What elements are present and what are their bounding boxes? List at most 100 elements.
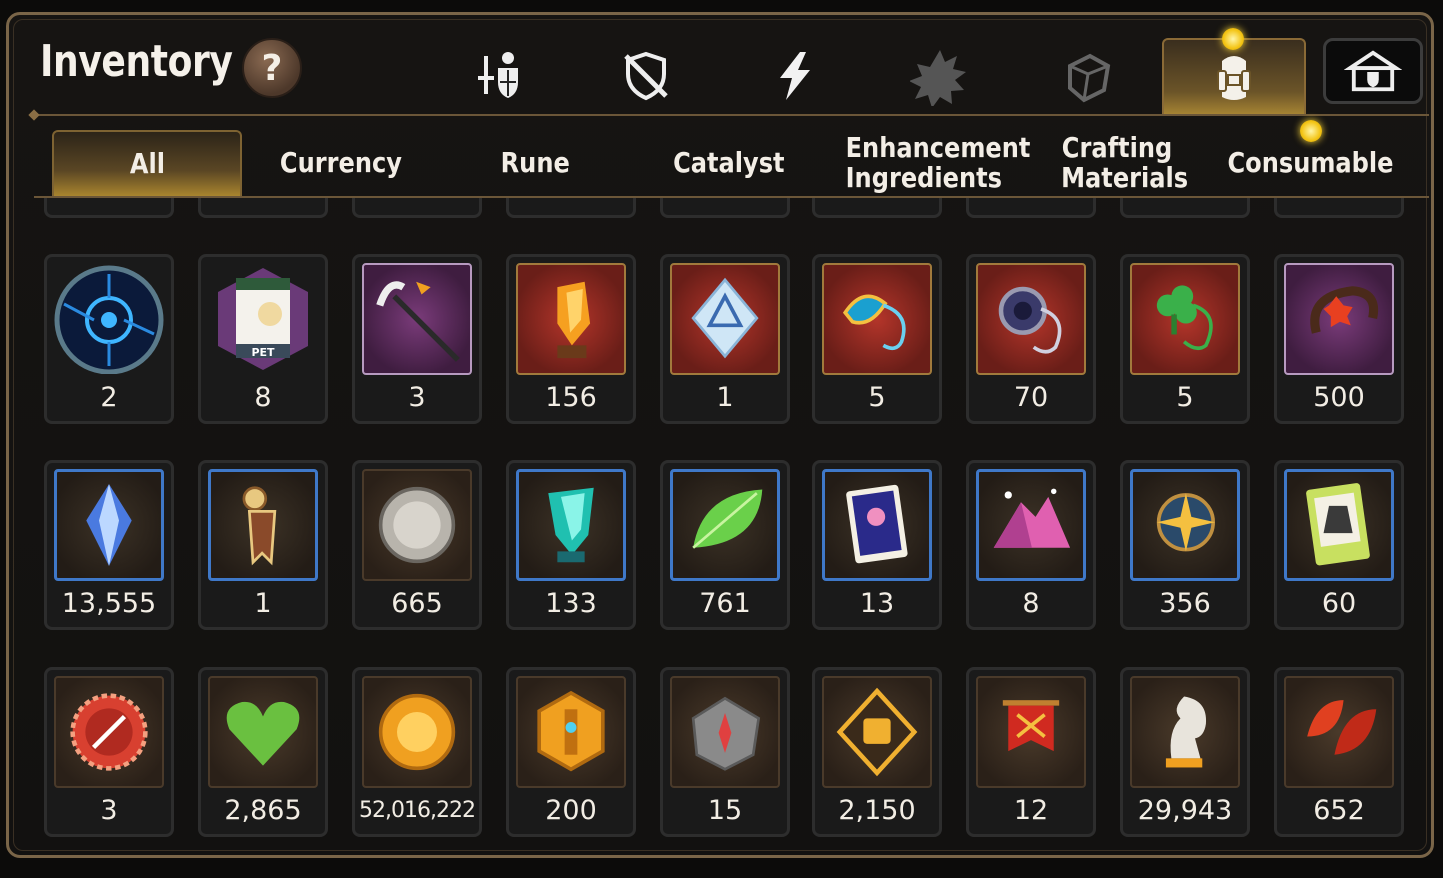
green-heart-icon [208,676,318,788]
item-slot-partial[interactable] [506,198,636,218]
item-slot[interactable]: 12 [966,667,1096,837]
item-slot[interactable]: 1 [198,460,328,630]
item-count: 133 [545,588,597,619]
costume-card-icon [1284,469,1394,581]
item-slot[interactable]: 2,150 [812,667,942,837]
item-slot[interactable]: 665 [352,460,482,630]
item-slot[interactable]: 652 [1274,667,1404,837]
item-count: 761 [699,588,751,619]
item-count: 1 [254,588,272,619]
item-count: 5 [1176,382,1194,413]
item-slot-partial[interactable] [1120,198,1250,218]
item-slot[interactable]: 133 [506,460,636,630]
item-slot[interactable]: 15 [660,667,790,837]
item-slot-partial[interactable] [352,198,482,218]
knight-piece-icon [1130,676,1240,788]
blue-crystal-icon [54,469,164,581]
leaf-icon [670,469,780,581]
box-icon [1068,53,1111,103]
backpack-notification-dot [1222,28,1244,50]
pendant-dark-icon [976,263,1086,375]
gold-coin-icon [362,676,472,788]
item-slot-partial[interactable] [1274,198,1404,218]
item-slot[interactable]: 2 [44,254,174,424]
item-count: 12 [1013,795,1049,826]
item-count: 29,943 [1137,795,1233,826]
tab-hero-equipment[interactable] [440,38,560,114]
item-count: 356 [1159,588,1211,619]
item-slot[interactable]: 156 [506,254,636,424]
tab-lightning[interactable] [734,38,854,114]
crystal-icon [516,263,626,375]
item-slot[interactable]: 2,865 [198,667,328,837]
rune-circle-icon [54,263,164,375]
item-slot[interactable]: 70 [966,254,1096,424]
filter-catalyst[interactable]: Catalyst [634,130,824,196]
tab-gear[interactable] [880,38,1000,114]
hero-equipment-icon [478,52,518,98]
item-slot-partial[interactable] [44,198,174,218]
filter-currency[interactable]: Currency [246,130,436,196]
item-slot[interactable]: 8 [966,460,1096,630]
backpack-icon [1217,56,1251,100]
item-slot-partial[interactable] [812,198,942,218]
pink-ore-icon [976,469,1086,581]
artifact-icon [624,51,668,101]
item-slot[interactable]: 200 [506,667,636,837]
item-slot-partial[interactable] [966,198,1096,218]
item-count: 3 [408,382,426,413]
item-slot-partial[interactable] [198,198,328,218]
charm-icon [1284,263,1394,375]
bookmark-icon [208,469,318,581]
item-slot[interactable]: 13,555 [44,460,174,630]
item-slot[interactable]: 5 [1120,254,1250,424]
item-count: 8 [254,382,272,413]
tab-box[interactable] [1028,38,1148,114]
filter-rune[interactable]: Rune [440,130,630,196]
item-slot[interactable]: 3 [44,667,174,837]
item-count: 665 [391,588,443,619]
item-slot[interactable]: 3 [352,254,482,424]
item-slot[interactable]: 761 [660,460,790,630]
item-count: 15 [707,795,743,826]
item-count: 13,555 [61,588,157,619]
item-slot[interactable]: 29,943 [1120,667,1250,837]
item-count: 500 [1313,382,1365,413]
item-slot[interactable]: 52,016,222 [352,667,482,837]
tab-artifact[interactable] [586,38,706,114]
lightning-icon [780,52,810,100]
item-count: 652 [1313,795,1365,826]
pendant-blue-icon [822,263,932,375]
filter-all[interactable]: All [52,130,242,196]
item-slot[interactable]: 356 [1120,460,1250,630]
item-count: 3 [100,795,118,826]
fist-emblem-icon [822,676,932,788]
item-slot[interactable]: 1 [660,254,790,424]
help-button[interactable]: ? [242,38,302,98]
filter-enhancement-ingredients[interactable]: Enhancement Ingredients [828,130,1031,196]
item-count: 8 [1022,588,1040,619]
item-count: 1 [716,382,734,413]
item-count: 52,016,222 [359,798,476,823]
stone-compass-icon [670,676,780,788]
item-count: 200 [545,795,597,826]
pet-food-icon: PET [208,263,318,375]
clover-pendant-icon [1130,263,1240,375]
filter-crafting-materials[interactable]: Crafting Materials [1022,130,1212,196]
teal-crystal-icon [516,469,626,581]
item-count: 2,865 [224,795,302,826]
item-slot[interactable]: PET 8 [198,254,328,424]
item-count: 2 [100,382,118,413]
item-count: 13 [859,588,895,619]
svg-text:PET: PET [251,346,275,359]
item-slot[interactable]: 60 [1274,460,1404,630]
wand-icon [362,263,472,375]
item-slot[interactable]: 500 [1274,254,1404,424]
gold-emblem-icon [516,676,626,788]
item-slot-partial[interactable] [660,198,790,218]
shop-button[interactable] [1323,38,1423,104]
shop-icon [1344,50,1402,92]
item-slot[interactable]: 5 [812,254,942,424]
header-divider [34,114,1429,116]
item-slot[interactable]: 13 [812,460,942,630]
